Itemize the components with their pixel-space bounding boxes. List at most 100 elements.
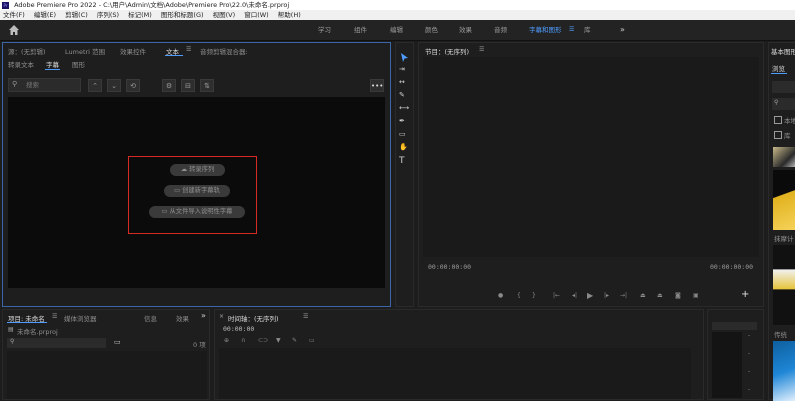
step-forward-icon[interactable]: |▸ xyxy=(604,292,609,299)
snap-icon[interactable]: ∩ xyxy=(241,337,245,344)
captions-icon[interactable]: ▭ xyxy=(309,337,315,344)
tab-audio-clip-mixer[interactable]: 音频剪辑混合器: xyxy=(200,46,248,56)
meter-scale-tick: - xyxy=(748,350,751,357)
step-back-icon[interactable]: ◂| xyxy=(572,292,577,299)
subtab-transcript[interactable]: 转录文本 xyxy=(8,59,34,69)
pen-tool-icon[interactable]: ✒ xyxy=(399,117,405,125)
chevron-up-icon[interactable]: ⌃ xyxy=(88,79,102,92)
template-label: 抹摩计 xyxy=(774,235,794,243)
workspace-overflow-icon[interactable]: » xyxy=(620,20,625,40)
subtab-captions[interactable]: 字幕 xyxy=(46,59,59,69)
add-button-icon[interactable]: + xyxy=(741,289,749,300)
create-caption-track-button[interactable]: ▭ 创建新字幕轨 xyxy=(164,185,230,197)
split-icon[interactable]: ⇅ xyxy=(200,79,214,92)
mark-in-icon[interactable]: { xyxy=(517,292,521,299)
merge-icon[interactable]: ⊟ xyxy=(181,79,195,92)
workspace-audio[interactable]: 音频 xyxy=(494,20,507,40)
project-search-box[interactable]: ⚲ xyxy=(7,338,106,348)
audio-meter-header xyxy=(712,322,757,330)
slip-tool-icon[interactable]: ⟷ xyxy=(399,104,409,112)
item-count: 0 项 xyxy=(193,341,206,349)
tab-effect-controls[interactable]: 效果控件 xyxy=(120,46,146,56)
timeline-title: 时间轴：(无序列) xyxy=(228,315,279,323)
transcribe-sequence-button[interactable]: ☁ 转录序列 xyxy=(170,164,225,176)
insert-nest-icon[interactable]: ⊕ xyxy=(224,337,229,344)
menu-edit[interactable]: 编辑(E) xyxy=(34,11,56,19)
panel-menu-icon[interactable]: ☰ xyxy=(52,313,57,320)
panel-menu-icon[interactable]: ☰ xyxy=(186,46,191,53)
tab-source[interactable]: 源：(无剪辑) xyxy=(8,46,46,56)
ripple-edit-tool-icon[interactable]: ↔ xyxy=(399,78,405,86)
add-marker-icon[interactable]: ● xyxy=(498,292,503,299)
menu-file[interactable]: 文件(F) xyxy=(3,11,25,19)
more-options-icon[interactable]: ••• xyxy=(370,79,384,92)
menu-bar: 文件(F) 编辑(E) 剪辑(C) 序列(S) 标记(M) 图形和标题(G) 视… xyxy=(0,10,795,20)
search-icon: ⚲ xyxy=(774,99,779,106)
menu-view[interactable]: 视图(V) xyxy=(213,11,236,19)
razor-tool-icon[interactable]: ✎ xyxy=(399,91,405,99)
rectangle-tool-icon[interactable]: ▭ xyxy=(399,130,406,138)
tab-media-browser[interactable]: 媒体浏览器 xyxy=(64,313,97,323)
playhead-timecode[interactable]: 00:00:00:00 xyxy=(428,263,471,271)
lift-icon[interactable]: ⏏ xyxy=(640,292,646,299)
template-thumbnail[interactable] xyxy=(773,341,795,401)
timeline-panel: × 时间轴：(无序列) ☰ 00:00:00 ⊕ ∩ ⊂⊃ ▼ ✎ ▭ xyxy=(214,309,704,400)
template-thumbnail[interactable] xyxy=(773,245,795,325)
panel-menu-icon[interactable]: ☰ xyxy=(479,46,484,53)
workspace-assembly[interactable]: 组件 xyxy=(354,20,367,40)
essential-graphics-title: 基本图形 xyxy=(771,48,795,56)
add-marker-icon[interactable]: ▼ xyxy=(276,337,281,344)
workspace-editing[interactable]: 编辑 xyxy=(390,20,403,40)
caption-settings-icon[interactable]: ⚙ xyxy=(162,79,176,92)
chevron-down-icon[interactable]: ⌄ xyxy=(107,79,121,92)
workspace-color[interactable]: 颜色 xyxy=(425,20,438,40)
linked-selection-icon[interactable]: ⊂⊃ xyxy=(258,337,268,344)
workspace-libraries[interactable]: 库 xyxy=(584,20,591,40)
checkbox-library[interactable] xyxy=(774,131,782,139)
template-thumbnail[interactable] xyxy=(773,147,795,167)
graphics-search-box[interactable]: ⚲ xyxy=(772,98,795,110)
menu-clip[interactable]: 剪辑(C) xyxy=(65,11,88,19)
track-select-tool-icon[interactable]: ⇥ xyxy=(399,65,405,73)
tools-panel: ⇥ ↔ ✎ ⟷ ✒ ▭ ✋ T xyxy=(395,42,414,307)
caption-search-box[interactable]: ⚲ xyxy=(8,78,81,92)
menu-help[interactable]: 帮助(H) xyxy=(278,11,301,19)
workspace-effects[interactable]: 效果 xyxy=(459,20,472,40)
extract-icon[interactable]: ⏏ xyxy=(657,292,663,299)
hand-tool-icon[interactable]: ✋ xyxy=(399,143,408,151)
selection-tool-icon[interactable] xyxy=(399,52,410,63)
workspace-learn[interactable]: 学习 xyxy=(318,20,331,40)
go-to-out-icon[interactable]: →| xyxy=(620,292,627,299)
caption-search-input[interactable] xyxy=(26,80,78,90)
timeline-timecode[interactable]: 00:00:00 xyxy=(223,325,254,333)
menu-marker[interactable]: 标记(M) xyxy=(128,11,152,19)
tab-lumetri-scopes[interactable]: Lumetri 范围 xyxy=(65,46,105,56)
tab-browse[interactable]: 浏览 xyxy=(772,63,785,73)
import-captions-button[interactable]: ▭ 从文件导入说明性字幕 xyxy=(149,206,245,218)
play-icon[interactable]: ▶ xyxy=(587,291,593,300)
home-icon[interactable] xyxy=(8,24,20,36)
go-to-in-icon[interactable]: |← xyxy=(553,292,560,299)
program-viewer xyxy=(423,57,759,257)
workspace-menu-icon[interactable]: ☰ xyxy=(569,26,574,33)
library-dropdown[interactable] xyxy=(772,81,795,93)
export-frame-icon[interactable]: ◙ xyxy=(675,292,681,299)
type-tool-icon[interactable]: T xyxy=(399,156,405,166)
menu-graphics[interactable]: 图形和标题(G) xyxy=(161,11,204,19)
workspace-captions-graphics[interactable]: 字幕和图形 xyxy=(529,20,562,40)
template-thumbnail[interactable] xyxy=(773,170,795,230)
mark-out-icon[interactable]: } xyxy=(532,292,536,299)
comparison-view-icon[interactable]: ▣ xyxy=(693,292,699,299)
subtab-graphics[interactable]: 图形 xyxy=(72,59,85,69)
panel-menu-icon[interactable]: ☰ xyxy=(303,313,308,320)
sync-icon[interactable]: ⟲ xyxy=(126,79,140,92)
tab-info[interactable]: 信息 xyxy=(144,313,157,323)
wrench-icon[interactable]: ✎ xyxy=(292,337,297,344)
close-icon[interactable]: × xyxy=(219,313,224,320)
menu-sequence[interactable]: 序列(S) xyxy=(97,11,119,19)
new-bin-icon[interactable]: ▭ xyxy=(114,338,121,346)
tab-effects[interactable]: 效果 xyxy=(176,313,189,323)
checkbox-local[interactable] xyxy=(774,116,782,124)
menu-window[interactable]: 窗口(W) xyxy=(244,11,269,19)
panel-overflow-icon[interactable]: » xyxy=(201,311,206,320)
